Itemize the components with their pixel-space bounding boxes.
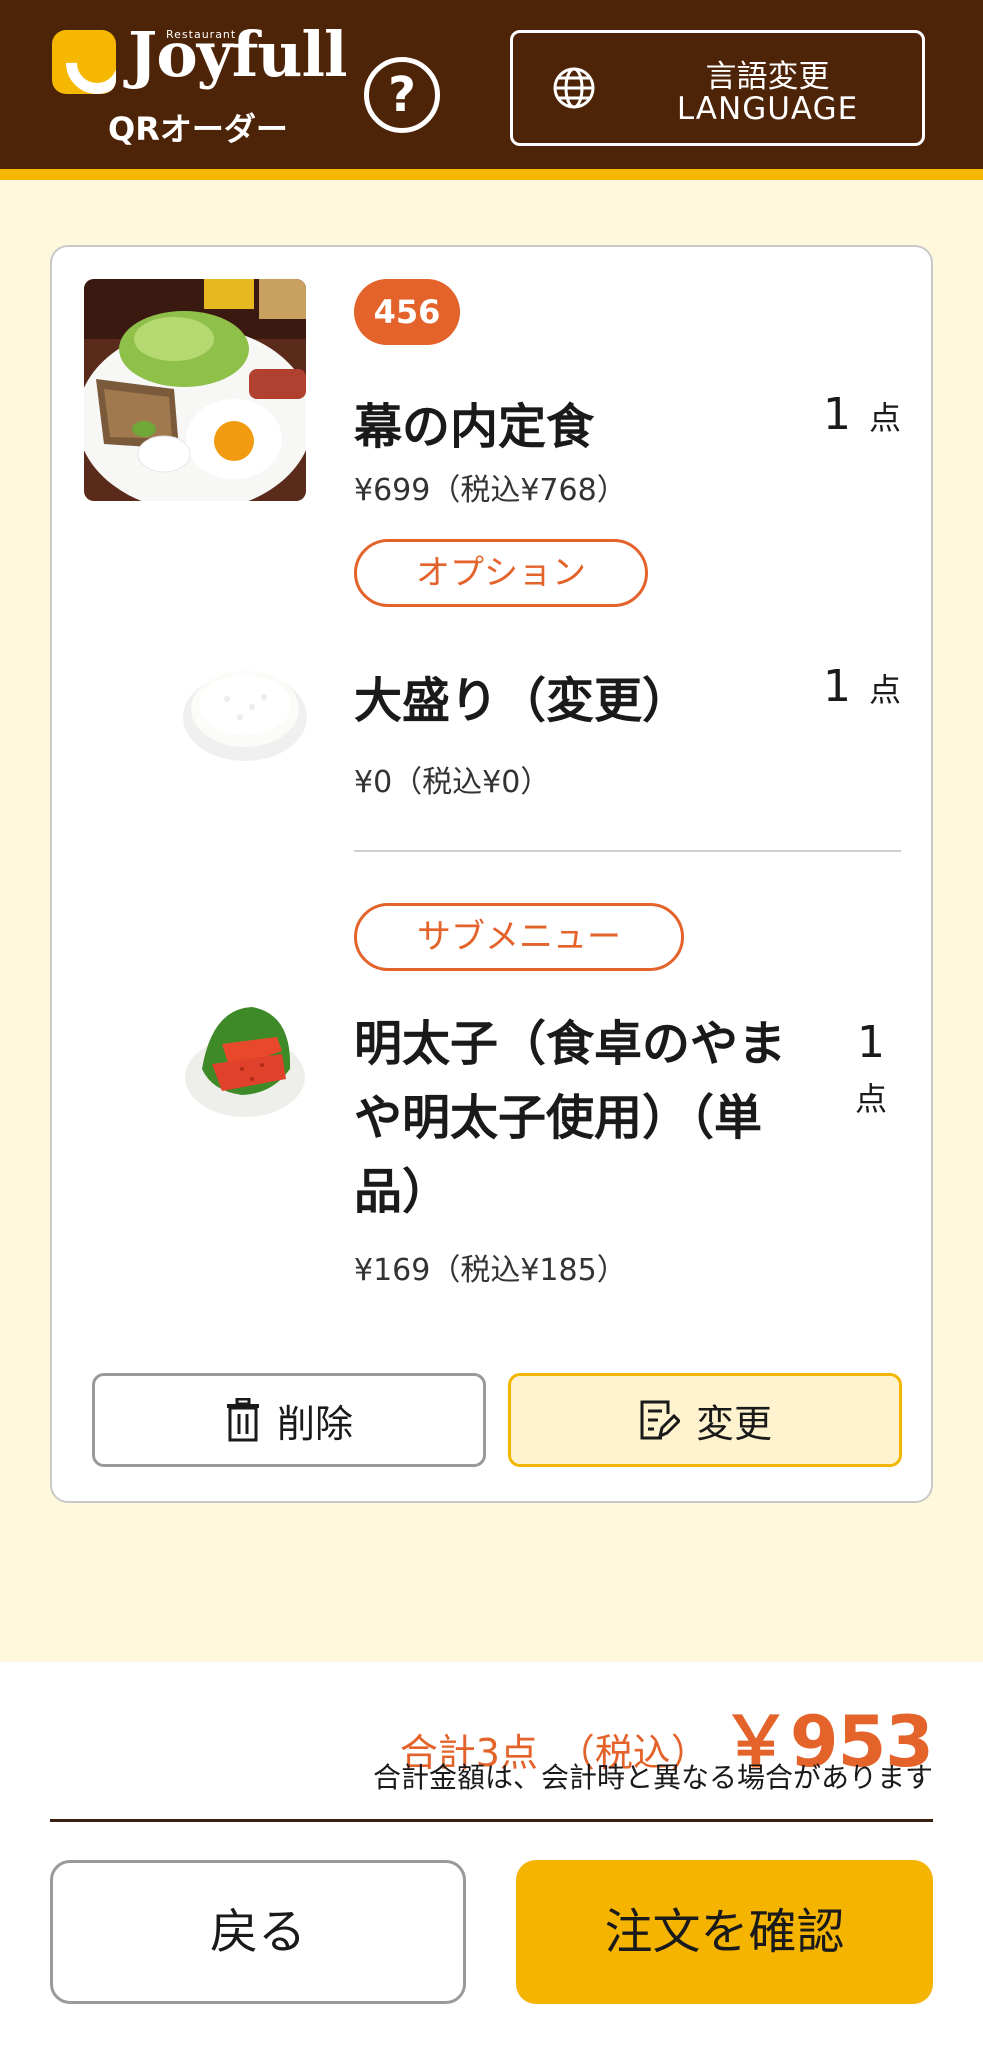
submenu-item-qty: 1 点	[841, 1017, 901, 1120]
back-button[interactable]: 戻る	[50, 1860, 466, 2004]
logo-text: Joyfull	[128, 18, 348, 91]
qty-unit: 点	[868, 671, 901, 709]
submenu-item-name: 明太子（食卓のやま や明太子使用）（単 品）	[354, 1007, 786, 1229]
qty-value: 1	[857, 1017, 885, 1068]
total-disclaimer: 合計金額は、会計時と異なる場合があります	[372, 1761, 933, 1794]
item-divider	[354, 850, 901, 852]
main-item-qty: 1点	[823, 389, 901, 440]
name-line: や明太子使用）（単	[354, 1090, 763, 1146]
main-item-price: ¥699（税込¥768）	[354, 473, 627, 508]
edit-button[interactable]: 変更	[508, 1373, 902, 1467]
edit-button-label: 変更	[695, 1401, 772, 1446]
main-item-name: 幕の内定食	[354, 399, 595, 455]
order-footer: 合計3点 （税込） ￥953 合計金額は、会計時と異なる場合があります 戻る 注…	[0, 1662, 983, 2048]
submenu-label: サブメニュー	[354, 903, 684, 971]
joyfull-logo-icon	[52, 30, 116, 94]
confirm-order-button[interactable]: 注文を確認	[516, 1860, 933, 2004]
language-label-en: LANGUAGE	[676, 91, 859, 127]
edit-note-icon	[640, 1400, 680, 1440]
qty-unit: 点	[868, 399, 901, 437]
delete-button-label: 削除	[276, 1401, 353, 1446]
submenu-item-photo	[185, 1007, 305, 1117]
app-header: Restaurant Joyfull QRオーダー ? 言語変更 LANGUAG…	[0, 0, 983, 180]
language-label-ja: 言語変更	[705, 59, 830, 95]
option-item-qty: 1点	[823, 661, 901, 712]
name-line: 明太子（食卓のやま	[354, 1016, 787, 1072]
name-line: 品）	[354, 1164, 451, 1220]
trash-icon	[226, 1398, 259, 1442]
language-button[interactable]: 言語変更 LANGUAGE	[510, 30, 925, 146]
main-item-photo	[84, 279, 306, 501]
qty-value: 1	[822, 389, 851, 440]
order-item-card: 456 幕の内定食 1点 ¥699（税込¥768） オプション 大盛り（変更） …	[50, 245, 933, 1503]
logo-subtitle: QRオーダー	[108, 110, 288, 148]
option-label: オプション	[354, 539, 648, 607]
option-item-name: 大盛り（変更）	[354, 673, 691, 729]
submenu-item-price: ¥169（税込¥185）	[354, 1253, 627, 1288]
qty-unit: 点	[854, 1080, 887, 1118]
delete-button[interactable]: 削除	[92, 1373, 486, 1467]
help-icon[interactable]: ?	[364, 57, 440, 133]
seat-number-badge: 456	[354, 279, 460, 345]
qty-value: 1	[822, 661, 851, 712]
option-item-price: ¥0（税込¥0）	[354, 765, 551, 800]
footer-divider	[50, 1819, 933, 1822]
option-item-photo	[183, 671, 307, 761]
globe-icon	[553, 67, 595, 109]
